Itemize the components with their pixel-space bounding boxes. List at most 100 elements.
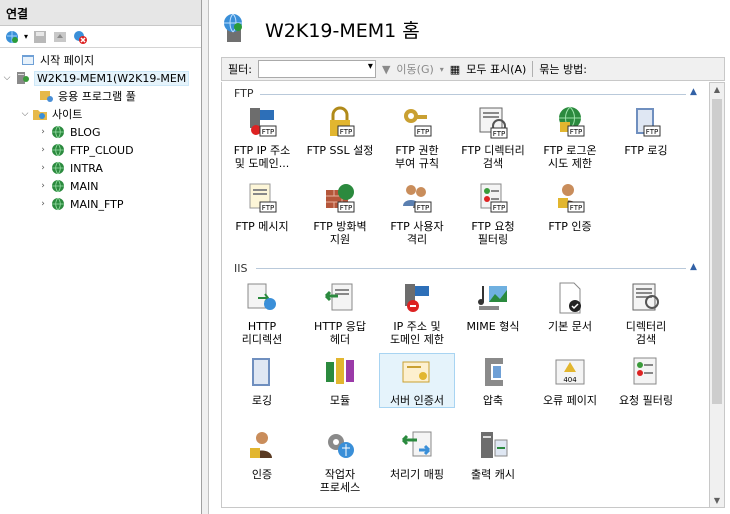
svg-text:FTP: FTP <box>417 204 429 212</box>
svg-text:FTP: FTP <box>262 204 274 212</box>
feature-modules[interactable]: 모듈 <box>302 354 378 407</box>
feature-ftp-ip-restrictions[interactable]: FTP FTP IP 주소 및 도메인... <box>224 104 300 170</box>
dropdown-arrow-icon[interactable]: ▾ <box>24 32 28 41</box>
scroll-up-icon[interactable]: ▲ <box>710 85 724 94</box>
tree-site-blog[interactable]: › BLOG <box>0 123 201 141</box>
feature-ip-domain-restrictions[interactable]: IP 주소 및 도메인 제한 <box>379 280 455 346</box>
tree-site-intra[interactable]: › INTRA <box>0 159 201 177</box>
filter-label: 필터: <box>228 63 252 76</box>
feature-ftp-firewall[interactable]: FTP FTP 방화벽 지원 <box>302 180 378 246</box>
scroll-thumb[interactable] <box>712 99 722 404</box>
feature-ftp-logon-attempts[interactable]: FTP FTP 로그온 시도 제한 <box>532 104 608 170</box>
go-dropdown-icon[interactable]: ▾ <box>440 65 444 74</box>
server-icon <box>17 72 29 84</box>
server-home-icon <box>224 13 242 42</box>
feature-compression[interactable]: 압축 <box>455 354 531 407</box>
feature-output-caching[interactable]: 출력 캐시 <box>455 428 531 481</box>
svg-text:FTP: FTP <box>262 128 274 136</box>
feature-server-certificates[interactable]: 서버 인증서 <box>379 353 455 408</box>
feature-authentication[interactable]: 인증 <box>224 428 300 481</box>
tree-start-page[interactable]: 시작 페이지 <box>0 51 201 69</box>
handler-mapping-icon <box>401 431 432 457</box>
filter-toolbar: 필터: ▼ 이동(G) ▾ ▦ 모두 표시(A) 묶는 방법: <box>221 57 725 81</box>
directory-browse-icon: FTP <box>479 107 508 139</box>
collapse-section-icon[interactable]: ▲ <box>690 262 697 272</box>
feature-mime-types[interactable]: MIME 형식 <box>455 280 531 333</box>
feature-ftp-logging[interactable]: FTP FTP 로깅 <box>608 104 684 157</box>
show-all-button[interactable]: 모두 표시(A) <box>466 61 526 77</box>
feature-ftp-authentication[interactable]: FTP FTP 인증 <box>532 180 608 233</box>
feature-ftp-ssl[interactable]: FTP FTP SSL 설정 <box>302 104 378 157</box>
collapse-arrow-icon[interactable]: ⌵ <box>2 73 12 83</box>
feature-default-document[interactable]: 기본 문서 <box>532 280 608 333</box>
worker-process-icon <box>328 434 354 458</box>
up-icon[interactable] <box>52 29 68 45</box>
funnel-icon[interactable]: ▼ <box>382 63 390 76</box>
start-page-icon <box>22 55 34 65</box>
expand-arrow-icon[interactable]: › <box>38 145 48 155</box>
expand-arrow-icon[interactable]: › <box>38 181 48 191</box>
feature-worker-processes[interactable]: 작업자 프로세스 <box>302 428 378 494</box>
request-filter-icon: FTP <box>480 183 508 213</box>
directory-browse-icon <box>632 283 659 311</box>
connections-header: 연결 <box>0 0 201 26</box>
log-book-icon <box>252 358 270 386</box>
disconnect-icon[interactable] <box>72 29 88 45</box>
save-icon[interactable] <box>32 29 48 45</box>
feature-error-pages[interactable]: 404 오류 페이지 <box>532 354 608 407</box>
user-lock-icon <box>250 432 272 458</box>
users-isolation-icon: FTP <box>403 185 432 213</box>
modules-icon <box>326 358 354 384</box>
filter-input[interactable] <box>257 60 376 78</box>
ip-restriction-icon <box>405 284 429 312</box>
feature-ftp-user-isolation[interactable]: FTP FTP 사용자 격리 <box>379 180 455 246</box>
svg-text:FTP: FTP <box>493 204 505 212</box>
scroll-down-icon[interactable]: ▼ <box>710 496 724 505</box>
connections-pane: 연결 ▾ 시작 페이지 ⌵ W2K19-MEM1(W2K19-MEM 응용 프로… <box>0 0 202 514</box>
tree-server[interactable]: ⌵ W2K19-MEM1(W2K19-MEM <box>0 69 201 87</box>
globe-icon <box>52 179 64 193</box>
feature-http-redirect[interactable]: HTTP 리디렉션 <box>224 280 300 346</box>
tree-sites[interactable]: ⌵ 사이트 <box>0 105 201 123</box>
tree-site-main[interactable]: › MAIN <box>0 177 201 195</box>
tree-site-main-ftp[interactable]: › MAIN_FTP <box>0 195 201 213</box>
collapse-section-icon[interactable]: ▲ <box>690 87 697 97</box>
feature-ftp-directory-browsing[interactable]: FTP FTP 디렉터리 검색 <box>455 104 531 170</box>
main-pane: W2K19-MEM1 홈 필터: ▼ 이동(G) ▾ ▦ 모두 표시(A) 묶는… <box>208 0 730 514</box>
message-document-icon: FTP <box>249 183 277 213</box>
feature-ftp-request-filtering[interactable]: FTP FTP 요청 필터링 <box>455 180 531 246</box>
redirect-icon <box>247 283 276 310</box>
vertical-scrollbar[interactable]: ▲ ▼ <box>709 82 725 508</box>
expand-arrow-icon[interactable]: › <box>38 163 48 173</box>
page-title: W2K19-MEM1 홈 <box>219 12 420 46</box>
go-button[interactable]: 이동(G) <box>396 61 433 77</box>
tree-site-ftp-cloud[interactable]: › FTP_CLOUD <box>0 141 201 159</box>
feature-http-response-headers[interactable]: HTTP 응답 헤더 <box>302 280 378 346</box>
svg-text:FTP: FTP <box>493 130 505 138</box>
feature-logging[interactable]: 로깅 <box>224 354 300 407</box>
log-book-icon: FTP <box>636 108 661 137</box>
expand-arrow-icon[interactable]: › <box>38 127 48 137</box>
request-filter-icon <box>633 357 657 385</box>
feature-handler-mappings[interactable]: 처리기 매핑 <box>379 428 455 481</box>
tree-app-pools[interactable]: 응용 프로그램 풀 <box>0 87 201 105</box>
lock-icon: FTP <box>330 106 355 137</box>
section-divider <box>260 94 686 95</box>
svg-text:404: 404 <box>563 376 577 384</box>
group-by-button[interactable]: 묶는 방법: <box>539 61 587 77</box>
toolbar-separator <box>532 61 534 77</box>
connect-globe-icon[interactable] <box>4 29 20 45</box>
feature-ftp-messages[interactable]: FTP FTP 메시지 <box>224 180 300 233</box>
collapse-arrow-icon[interactable]: ⌵ <box>20 109 30 119</box>
error-page-icon: 404 <box>555 359 585 385</box>
ip-restriction-icon: FTP <box>250 108 277 137</box>
key-icon: FTP <box>404 109 432 137</box>
expand-arrow-icon[interactable]: › <box>38 199 48 209</box>
output-cache-icon <box>481 432 508 458</box>
feature-ftp-authorization[interactable]: FTP FTP 권한 부여 규칙 <box>379 104 455 170</box>
feature-directory-browsing[interactable]: 디렉터리 검색 <box>608 280 684 346</box>
firewall-icon: FTP <box>326 184 355 213</box>
feature-request-filtering[interactable]: 요청 필터링 <box>608 354 684 407</box>
sites-folder-icon <box>33 110 47 120</box>
page-title-text: W2K19-MEM1 홈 <box>265 19 420 42</box>
